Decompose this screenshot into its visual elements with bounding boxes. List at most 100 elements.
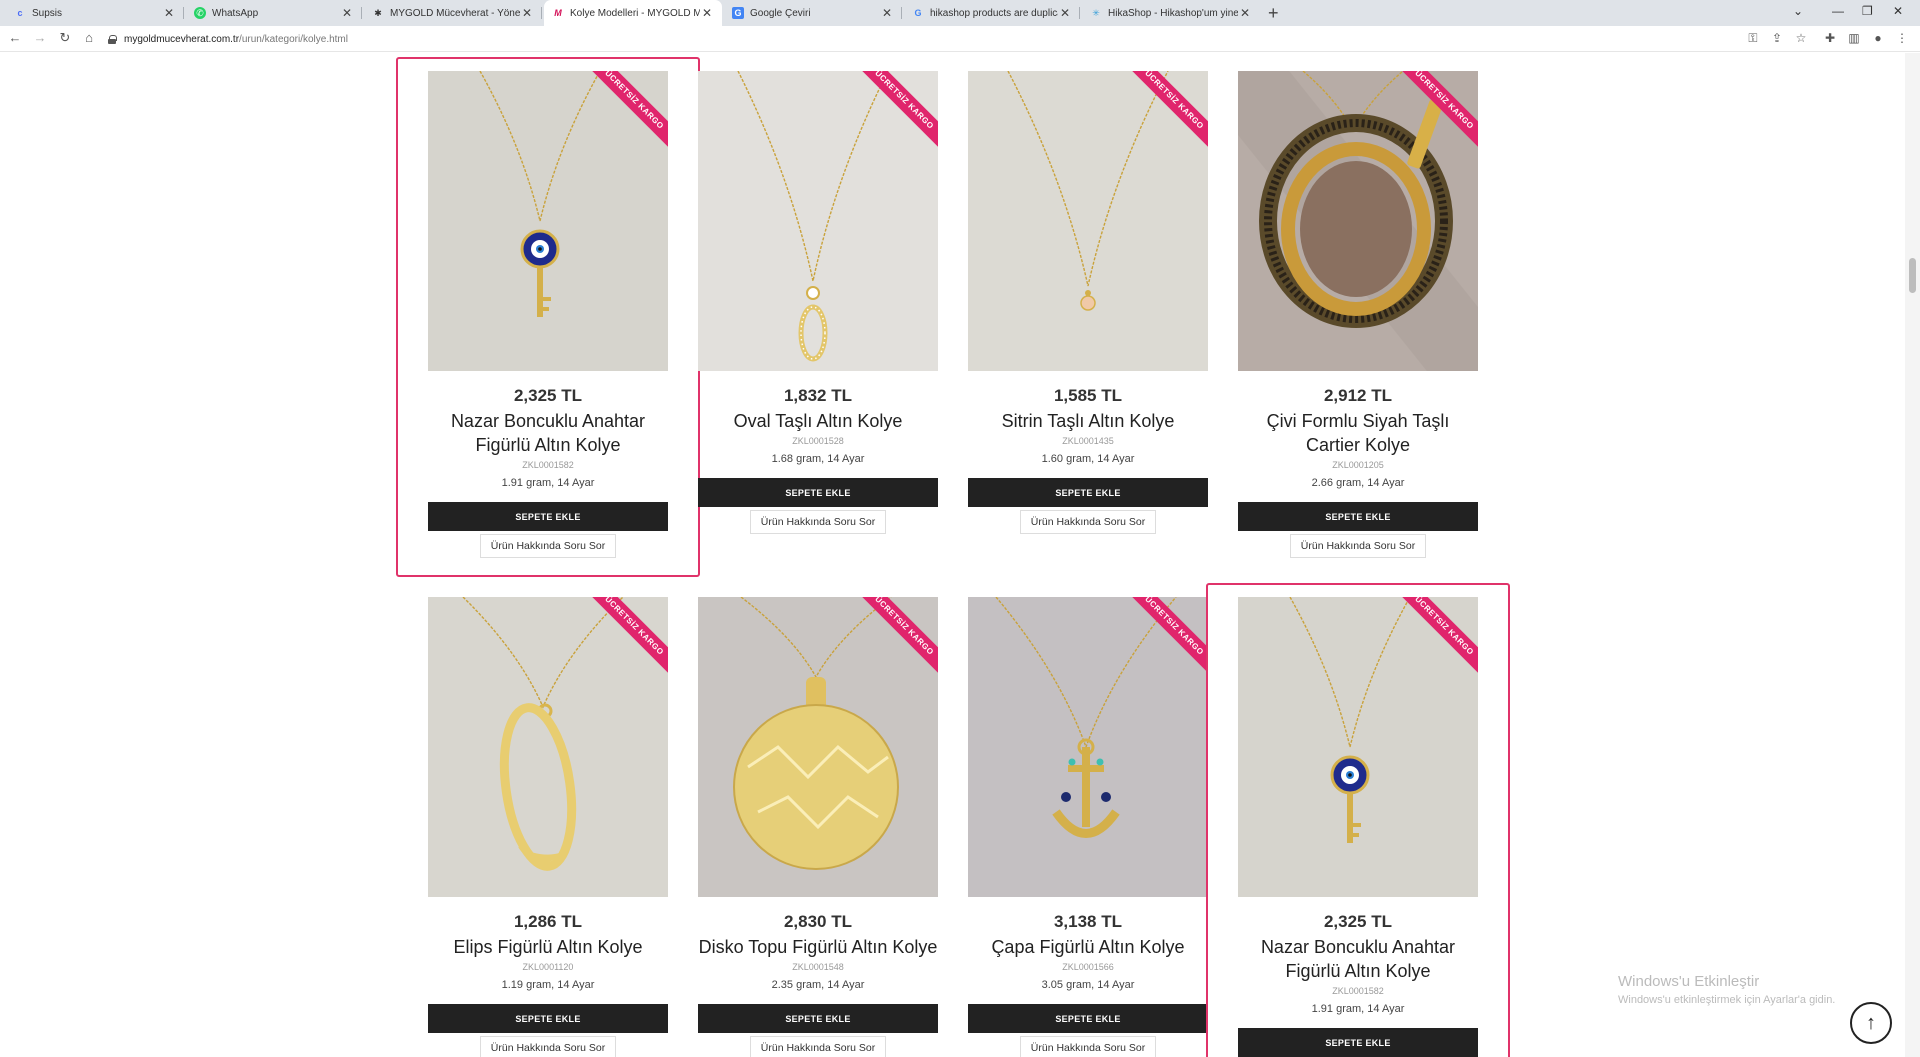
product-card[interactable]: ÜCRETSİZ KARGO 1,286 TL Elips Figürlü Al…: [428, 597, 668, 1057]
product-title[interactable]: Elips Figürlü Altın Kolye: [428, 935, 668, 959]
add-to-cart-button[interactable]: SEPETE EKLE: [428, 1004, 668, 1033]
product-title[interactable]: Sitrin Taşlı Altın Kolye: [968, 409, 1208, 433]
scrollbar-thumb[interactable]: [1909, 258, 1916, 293]
tab-kolye-modelleri[interactable]: M Kolye Modelleri - MYGOLD Mücevherat ✕: [544, 0, 722, 26]
hikashop-favicon-icon: ✳: [1092, 7, 1100, 18]
watermark-title: Windows'u Etkinleştir: [1618, 973, 1760, 990]
tab-whatsapp[interactable]: ✆ WhatsApp ✕: [186, 0, 362, 26]
browser-tab-bar: c Supsis ✕ ✆ WhatsApp ✕ ✱ MYGOLD Mücevhe…: [0, 0, 1920, 26]
product-card[interactable]: ÜCRETSİZ KARGO 3,138 TL Çapa Figürlü Alt…: [968, 597, 1208, 1057]
close-icon[interactable]: ✕: [162, 6, 176, 20]
highlight-frame: [1206, 583, 1510, 1057]
product-title[interactable]: Oval Taşlı Altın Kolye: [698, 409, 938, 433]
back-arrow-icon[interactable]: ←: [6, 30, 24, 45]
product-card[interactable]: ÜCRETSİZ KARGO 1,585 TL Sitrin Taşlı Alt…: [968, 71, 1208, 534]
extensions-puzzle-icon[interactable]: ✚: [1822, 31, 1838, 45]
tab-hikashop-forum[interactable]: ✳ HikaShop - Hikashop'um yineleniyor ✕: [1082, 0, 1260, 26]
product-image[interactable]: ÜCRETSİZ KARGO: [698, 597, 938, 897]
product-card[interactable]: ÜCRETSİZ KARGO 2,830 TL Disko Topu Figür…: [698, 597, 938, 1057]
tab-title: WhatsApp: [212, 7, 259, 19]
highlight-frame: [396, 57, 700, 577]
page-scrollbar[interactable]: [1905, 53, 1920, 1057]
restore-icon[interactable]: ❐: [1862, 4, 1873, 18]
tab-supsis[interactable]: c Supsis ✕: [6, 0, 184, 26]
ask-question-button[interactable]: Ürün Hakkında Soru Sor: [1289, 534, 1427, 558]
add-to-cart-button[interactable]: SEPETE EKLE: [968, 1004, 1208, 1033]
product-card[interactable]: ÜCRETSİZ KARGO 1,832 TL Oval Taşlı Altın…: [698, 71, 938, 534]
google-translate-favicon-icon: G: [732, 7, 744, 19]
tab-title: hikashop products are duplicated: [930, 7, 1058, 19]
bookmark-star-icon[interactable]: ☆: [1793, 31, 1809, 45]
tab-title: HikaShop - Hikashop'um yineleniyor: [1108, 7, 1238, 19]
product-sku: ZKL0001435: [1062, 436, 1114, 446]
tab-mygold-admin[interactable]: ✱ MYGOLD Mücevherat - Yönetim ✕: [364, 0, 542, 26]
ask-question-button[interactable]: Ürün Hakkında Soru Sor: [749, 510, 887, 534]
joomla-favicon-icon: ✱: [374, 7, 382, 18]
add-to-cart-button[interactable]: SEPETE EKLE: [698, 478, 938, 507]
forward-arrow-icon[interactable]: →: [31, 30, 49, 45]
windows-activation-watermark: Windows'u Etkinleştir Windows'u etkinleş…: [1618, 973, 1835, 1006]
tab-google-search[interactable]: G hikashop products are duplicated ✕: [904, 0, 1080, 26]
url-host: mygoldmucevherat.com.tr: [124, 33, 240, 45]
close-icon[interactable]: ✕: [700, 6, 714, 20]
product-image[interactable]: ÜCRETSİZ KARGO: [1238, 71, 1478, 371]
product-image[interactable]: ÜCRETSİZ KARGO: [968, 71, 1208, 371]
product-image[interactable]: ÜCRETSİZ KARGO: [698, 71, 938, 371]
product-image[interactable]: ÜCRETSİZ KARGO: [968, 597, 1208, 897]
whatsapp-favicon-icon: ✆: [194, 7, 206, 19]
product-weight: 1.19 gram, 14 Ayar: [501, 979, 595, 991]
share-icon[interactable]: ⇪: [1769, 31, 1785, 45]
mygold-favicon-icon: M: [554, 8, 562, 18]
product-title[interactable]: Çapa Figürlü Altın Kolye: [968, 935, 1208, 959]
product-weight: 1.60 gram, 14 Ayar: [1041, 453, 1135, 465]
product-sku: ZKL0001120: [522, 962, 574, 972]
product-card[interactable]: ÜCRETSİZ KARGO 2,912 TL Çivi Formlu Siya…: [1238, 71, 1478, 558]
url-field[interactable]: mygoldmucevherat.com.tr/urun/kategori/ko…: [108, 31, 348, 47]
tab-search-chevron-icon[interactable]: ⌄: [1793, 4, 1803, 18]
product-image[interactable]: ÜCRETSİZ KARGO: [428, 597, 668, 897]
close-icon[interactable]: ✕: [340, 6, 354, 20]
product-listing-page: ÜCRETSİZ KARGO 2,325 TL Nazar Boncuklu A…: [0, 53, 1905, 1057]
close-window-icon[interactable]: ✕: [1893, 4, 1903, 18]
ask-question-button[interactable]: Ürün Hakkında Soru Sor: [479, 1036, 617, 1057]
add-to-cart-button[interactable]: SEPETE EKLE: [968, 478, 1208, 507]
product-price: 2,830 TL: [783, 912, 853, 931]
profile-avatar-icon[interactable]: ●: [1870, 31, 1886, 45]
supsis-favicon-icon: c: [17, 8, 23, 18]
add-to-cart-button[interactable]: SEPETE EKLE: [1238, 502, 1478, 531]
product-title[interactable]: Disko Topu Figürlü Altın Kolye: [698, 935, 938, 959]
product-title[interactable]: Çivi Formlu Siyah Taşlı Cartier Kolye: [1238, 409, 1478, 457]
ask-question-button[interactable]: Ürün Hakkında Soru Sor: [1019, 510, 1157, 534]
minimize-icon[interactable]: —: [1832, 4, 1844, 18]
product-sku: ZKL0001548: [792, 962, 844, 972]
home-icon[interactable]: ⌂: [80, 30, 98, 45]
product-weight: 3.05 gram, 14 Ayar: [1041, 979, 1135, 991]
product-price: 1,585 TL: [1053, 386, 1123, 405]
close-icon[interactable]: ✕: [1238, 6, 1252, 20]
lock-icon[interactable]: [108, 34, 117, 44]
product-price: 1,832 TL: [783, 386, 853, 405]
product-weight: 1.68 gram, 14 Ayar: [771, 453, 865, 465]
product-price: 2,912 TL: [1323, 386, 1393, 405]
menu-kebab-icon[interactable]: ⋮: [1894, 31, 1910, 45]
new-tab-button[interactable]: +: [1268, 3, 1279, 24]
key-icon[interactable]: ⚿: [1745, 31, 1761, 46]
scroll-to-top-button[interactable]: ↑: [1850, 1002, 1892, 1044]
product-sku: ZKL0001528: [792, 436, 844, 446]
reload-icon[interactable]: ↻: [56, 30, 74, 46]
ask-question-button[interactable]: Ürün Hakkında Soru Sor: [1019, 1036, 1157, 1057]
product-weight: 2.66 gram, 14 Ayar: [1311, 477, 1405, 489]
product-weight: 2.35 gram, 14 Ayar: [771, 979, 865, 991]
watermark-subtitle: Windows'u etkinleştirmek için Ayarlar'a …: [1618, 994, 1836, 1006]
product-price: 3,138 TL: [1053, 912, 1123, 931]
ask-question-button[interactable]: Ürün Hakkında Soru Sor: [749, 1036, 887, 1057]
product-sku: ZKL0001205: [1332, 460, 1384, 470]
close-icon[interactable]: ✕: [1058, 6, 1072, 20]
add-to-cart-button[interactable]: SEPETE EKLE: [698, 1004, 938, 1033]
tab-title: Kolye Modelleri - MYGOLD Mücevherat: [570, 7, 700, 19]
side-panel-icon[interactable]: ▥: [1846, 31, 1862, 45]
url-path: /urun/kategori/kolye.html: [239, 33, 348, 45]
tab-google-translate[interactable]: G Google Çeviri ✕: [724, 0, 902, 26]
close-icon[interactable]: ✕: [880, 6, 894, 20]
close-icon[interactable]: ✕: [520, 6, 534, 20]
